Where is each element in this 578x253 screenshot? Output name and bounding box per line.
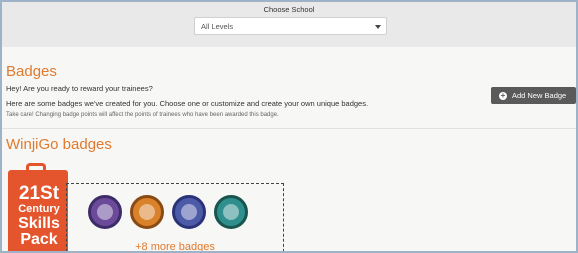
winjigo-badges-heading: WinjiGo badges xyxy=(6,136,112,153)
add-new-badge-label: Add New Badge xyxy=(512,91,567,100)
school-label: Choose School xyxy=(263,5,315,14)
team-badge-icon[interactable] xyxy=(172,195,206,229)
pack-line-2: Century xyxy=(18,203,60,215)
skills-pack-title: 21St Century Skills Pack xyxy=(11,184,67,248)
app-frame: Choose School All Levels Badges Hey! Are… xyxy=(0,0,578,253)
school-select-value: All Levels xyxy=(201,22,234,31)
badges-heading: Badges xyxy=(6,63,57,80)
more-badges-link[interactable]: +8 more badges xyxy=(66,241,284,251)
pack-line-4: Pack xyxy=(20,231,58,248)
add-new-badge-button[interactable]: + Add New Badge xyxy=(491,87,576,104)
school-selector-bar: Choose School All Levels xyxy=(2,2,576,47)
people-badge-icon[interactable] xyxy=(130,195,164,229)
plus-icon: + xyxy=(499,90,507,100)
pack-line-1: 21St xyxy=(18,183,60,204)
badges-intro: Hey! Are you ready to reward your traine… xyxy=(6,84,153,93)
globe-badge-icon[interactable] xyxy=(214,195,248,229)
section-divider xyxy=(2,128,576,129)
school-select[interactable]: All Levels xyxy=(194,17,387,35)
astronaut-badge-icon[interactable] xyxy=(88,195,122,229)
chevron-down-icon xyxy=(375,25,381,29)
badges-warning: Take care! Changing badge points will af… xyxy=(6,112,279,118)
pack-line-3: Skills xyxy=(18,215,60,232)
badges-description: Here are some badges we've created for y… xyxy=(6,99,369,108)
